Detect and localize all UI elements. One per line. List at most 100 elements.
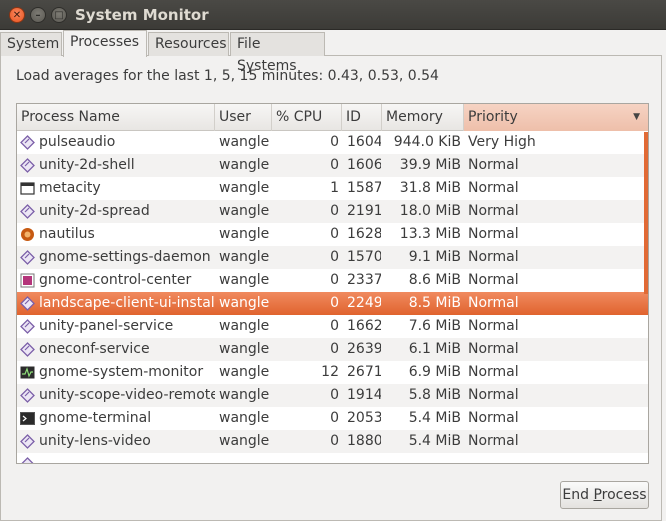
column-header-user[interactable]: User <box>215 104 272 131</box>
cpu-cell: 0 <box>330 203 339 219</box>
process-icon <box>20 250 35 265</box>
process-name-cell: unity-2d-spread <box>39 203 150 219</box>
process-icon <box>20 158 35 173</box>
memory-cell: 6.1 MiB <box>408 341 461 357</box>
pid-cell: 1587 <box>347 180 381 196</box>
memory-cell: 8.6 MiB <box>408 272 461 288</box>
column-header-cpu[interactable]: % CPU <box>272 104 342 131</box>
maximize-window-button[interactable]: □ <box>51 7 67 23</box>
process-table[interactable]: Process Name User % CPU ID Memory Priori… <box>16 103 649 464</box>
cpu-cell: 0 <box>330 249 339 265</box>
priority-cell: Normal <box>468 295 519 311</box>
process-name-cell: gnome-system-monitor <box>39 364 204 380</box>
table-row[interactable]: unity-panel-service wangle 0 1662 7.6 MiB Nor… <box>17 315 648 338</box>
table-row[interactable]: unity-2d-shell wangle 0 1606 39.9 MiB Normal <box>17 154 648 177</box>
user-cell: wangle <box>219 157 270 173</box>
process-name-cell: metacity <box>39 180 101 196</box>
priority-cell: Normal <box>468 364 519 380</box>
pid-cell: 2053 <box>347 410 381 426</box>
cpu-cell: 0 <box>330 157 339 173</box>
user-cell: wangle <box>219 410 270 426</box>
user-cell: wangle <box>219 203 270 219</box>
user-cell: wangle <box>219 226 270 242</box>
table-row[interactable]: unity-scope-video-remote wangle 0 1914 5.8 M… <box>17 384 648 407</box>
tab-resources[interactable]: Resources <box>148 32 229 56</box>
priority-cell: Normal <box>468 180 519 196</box>
process-name-cell: nautilus <box>39 226 95 242</box>
table-row[interactable]: nautilus wangle 0 1628 13.3 MiB Normal <box>17 223 648 246</box>
memory-cell: 5.8 MiB <box>408 387 461 403</box>
end-process-mnemonic: P <box>593 487 602 503</box>
table-row[interactable]: oneconf-service wangle 0 2639 6.1 MiB Normal <box>17 338 648 361</box>
column-header-process-name[interactable]: Process Name <box>17 104 215 131</box>
pid-cell: 1628 <box>347 226 381 242</box>
close-window-button[interactable]: ✕ <box>9 7 25 23</box>
table-row[interactable]: unity-2d-spread wangle 0 2191 18.0 MiB Normal <box>17 200 648 223</box>
tab-bar: System Processes Resources File Systems <box>0 30 666 74</box>
process-name-cell: oneconf-service <box>39 341 150 357</box>
process-icon <box>20 319 35 334</box>
table-row[interactable]: gnome-system-monitor wangle 12 2671 6.9 MiB N… <box>17 361 648 384</box>
process-name-cell: unity-lens-video <box>39 433 151 449</box>
process-icon <box>20 457 35 463</box>
process-icon <box>20 204 35 219</box>
table-row[interactable]: gnome-control-center wangle 0 2337 8.6 MiB No… <box>17 269 648 292</box>
user-cell: wangle <box>219 341 270 357</box>
memory-cell: 9.1 MiB <box>408 249 461 265</box>
title-bar: ✕ – □ System Monitor <box>0 0 666 30</box>
memory-cell: 18.0 MiB <box>399 203 461 219</box>
priority-cell: Normal <box>468 387 519 403</box>
tab-file-systems[interactable]: File Systems <box>230 32 325 74</box>
table-row[interactable]: gnome-settings-daemon wangle 0 1570 9.1 MiB N… <box>17 246 648 269</box>
process-name-cell: unity-scope-video-remote <box>39 387 215 403</box>
priority-cell: Normal <box>468 410 519 426</box>
table-row[interactable]: unity-lens-video wangle 0 1880 5.4 MiB Normal <box>17 430 648 453</box>
column-header-priority[interactable]: Priority ▼ <box>464 104 648 131</box>
priority-cell: Normal <box>468 249 519 265</box>
memory-cell: 39.9 MiB <box>399 157 461 173</box>
tab-processes[interactable]: Processes <box>63 30 147 57</box>
pid-cell: 1662 <box>347 318 381 334</box>
cpu-cell: 0 <box>330 410 339 426</box>
priority-cell: Normal <box>468 318 519 334</box>
minimize-window-button[interactable]: – <box>30 7 46 23</box>
process-name-cell: unity-panel-service <box>39 318 174 334</box>
cpu-cell: 0 <box>330 387 339 403</box>
tab-system[interactable]: System <box>0 32 62 56</box>
user-cell: wangle <box>219 387 270 403</box>
user-cell: wangle <box>219 364 270 380</box>
table-row[interactable]: gnome-terminal wangle 0 2053 5.4 MiB Normal <box>17 407 648 430</box>
process-name-cell: pulseaudio <box>39 134 116 150</box>
memory-cell: 944.0 KiB <box>393 134 461 150</box>
process-icon <box>20 342 35 357</box>
process-name-cell: unity-2d-shell <box>39 157 135 173</box>
user-cell: wangle <box>219 180 270 196</box>
table-row[interactable]: pulseaudio wangle 0 1604 944.0 KiB Very High <box>17 131 648 154</box>
column-header-memory[interactable]: Memory <box>382 104 464 131</box>
user-cell: wangle <box>219 134 270 150</box>
memory-cell: 13.3 MiB <box>399 226 461 242</box>
pid-cell: 2191 <box>347 203 381 219</box>
cpu-cell: 0 <box>330 295 339 311</box>
cpu-cell: 12 <box>321 364 339 380</box>
cpu-cell: 0 <box>330 433 339 449</box>
end-process-button[interactable]: End Process <box>560 481 649 509</box>
table-row[interactable]: landscape-client-ui-install wangle 0 2249 8.… <box>17 292 648 315</box>
process-name-cell: gnome-settings-daemon <box>39 249 211 265</box>
terminal-icon <box>20 411 35 426</box>
scrollbar-thumb[interactable] <box>644 132 648 294</box>
table-row-partial[interactable] <box>17 453 648 463</box>
pid-cell: 2337 <box>347 272 381 288</box>
process-icon <box>20 388 35 403</box>
pid-cell: 1880 <box>347 433 381 449</box>
column-header-id[interactable]: ID <box>342 104 382 131</box>
window-title: System Monitor <box>75 6 209 24</box>
table-row[interactable]: metacity wangle 1 1587 31.8 MiB Normal <box>17 177 648 200</box>
load-averages-label: Load averages for the last 1, 5, 15 minu… <box>16 68 439 84</box>
memory-cell: 6.9 MiB <box>408 364 461 380</box>
priority-cell: Normal <box>468 203 519 219</box>
end-process-label-prefix: End <box>562 487 594 503</box>
pid-cell: 2671 <box>347 364 381 380</box>
cpu-cell: 0 <box>330 341 339 357</box>
memory-cell: 8.5 MiB <box>408 295 461 311</box>
